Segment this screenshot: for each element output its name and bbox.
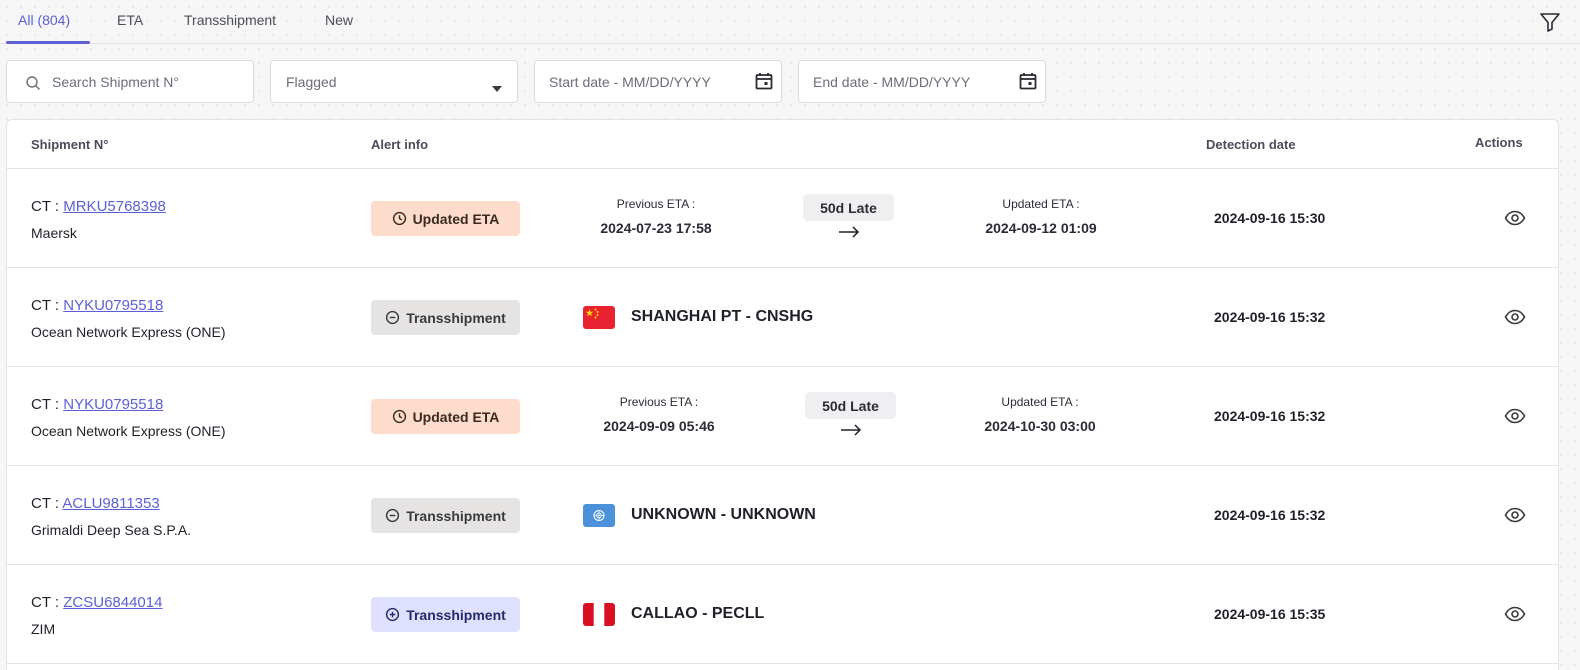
header-detection-date: Detection date <box>1206 137 1296 152</box>
tab-new[interactable]: New <box>325 12 353 28</box>
peru-flag-icon <box>583 603 615 626</box>
late-badge: 50d Late <box>805 392 896 419</box>
previous-eta-label: Previous ETA : <box>619 395 699 409</box>
minus-circle-icon <box>386 310 400 325</box>
minus-circle-icon <box>386 508 400 523</box>
carrier-name: ZIM <box>31 621 56 637</box>
updated-eta-value: 2024-09-12 01:09 <box>985 220 1097 236</box>
eye-icon[interactable] <box>1504 506 1526 524</box>
alert-badge-label: Updated ETA <box>412 210 500 227</box>
table-header: Shipment N° Alert info Detection date Ac… <box>7 120 1558 169</box>
end-date-field <box>798 60 1046 103</box>
updated-eta-value: 2024-10-30 03:00 <box>984 418 1096 434</box>
flagged-select[interactable]: Flagged <box>270 60 518 103</box>
table-row: CT : ACLU9811353 Grimaldi Deep Sea S.P.A… <box>7 466 1558 565</box>
previous-eta: Previous ETA : 2024-07-23 17:58 <box>556 197 756 236</box>
ct-prefix: CT : <box>31 495 63 512</box>
tab-transshipment[interactable]: Transshipment <box>184 12 276 28</box>
detection-date: 2024-09-16 15:32 <box>1214 408 1326 424</box>
calendar-icon[interactable] <box>1018 71 1038 96</box>
alert-badge: Transshipment <box>371 597 520 632</box>
tab-all[interactable]: All (804) <box>18 12 70 28</box>
shipment-link[interactable]: MRKU5768398 <box>63 198 166 215</box>
shipment-link[interactable]: NYKU0795518 <box>63 396 163 413</box>
alerts-table: Shipment N° Alert info Detection date Ac… <box>6 119 1559 670</box>
ct-prefix: CT : <box>31 396 64 413</box>
start-date-input[interactable] <box>549 61 749 102</box>
carrier-name: Ocean Network Express (ONE) <box>31 423 226 439</box>
carrier-name: Ocean Network Express (ONE) <box>31 324 226 340</box>
shipment-link[interactable]: NYKU0795518 <box>63 297 163 314</box>
united-nations-flag-icon <box>583 504 615 527</box>
ct-line: CT : MRKU5768398 <box>31 198 166 215</box>
detection-date: 2024-09-16 15:35 <box>1214 606 1326 622</box>
alert-badge: Transshipment <box>371 498 520 533</box>
china-flag-icon <box>583 306 615 329</box>
eye-icon[interactable] <box>1504 209 1526 227</box>
ct-prefix: CT : <box>31 297 64 314</box>
alert-badge-label: Updated ETA <box>412 408 500 425</box>
table-row: CT : MRKU5768398 Maersk Updated ETA Prev… <box>7 169 1558 268</box>
shipment-link[interactable]: ZCSU6844014 <box>63 594 162 611</box>
arrow-right-icon <box>841 424 862 436</box>
header-shipment: Shipment N° <box>31 137 109 152</box>
ct-line: CT : NYKU0795518 <box>31 297 163 314</box>
alert-badge: Updated ETA <box>371 201 520 236</box>
port-name: UNKNOWN - UNKNOWN <box>631 506 816 523</box>
carrier-name: Grimaldi Deep Sea S.P.A. <box>31 522 192 538</box>
calendar-icon[interactable] <box>754 71 774 96</box>
ct-prefix: CT : <box>31 594 64 611</box>
arrow-right-icon <box>839 226 860 238</box>
caret-down-icon <box>492 79 502 97</box>
updated-eta-label: Updated ETA : <box>1001 395 1079 409</box>
eye-icon[interactable] <box>1504 407 1526 425</box>
end-date-input[interactable] <box>813 61 1013 102</box>
previous-eta-label: Previous ETA : <box>616 197 696 211</box>
ct-line: CT : ACLU9811353 <box>31 495 160 512</box>
search-field <box>6 60 254 103</box>
late-badge: 50d Late <box>803 194 894 221</box>
header-alert-info: Alert info <box>371 137 429 152</box>
eye-icon[interactable] <box>1504 308 1526 326</box>
tab-eta[interactable]: ETA <box>117 12 143 28</box>
table-row: CT : NYKU0795518 Ocean Network Express (… <box>7 367 1558 466</box>
alert-badge: Updated ETA <box>371 399 520 434</box>
carrier-name: Maersk <box>31 225 77 241</box>
detection-date: 2024-09-16 15:32 <box>1214 507 1326 523</box>
previous-eta-value: 2024-07-23 17:58 <box>600 220 712 236</box>
alert-badge: Transshipment <box>371 300 520 335</box>
filter-icon[interactable] <box>1538 10 1562 34</box>
table-row: CT : ZCSU6844014 ZIM Transshipment CALLA… <box>7 565 1558 664</box>
port-name: SHANGHAI PT - CNSHG <box>631 308 814 325</box>
alert-badge-label: Transshipment <box>406 309 506 326</box>
updated-eta-label: Updated ETA : <box>1002 197 1080 211</box>
previous-eta-value: 2024-09-09 05:46 <box>603 418 715 434</box>
start-date-field <box>534 60 782 103</box>
detection-date: 2024-09-16 15:32 <box>1214 309 1326 325</box>
ct-prefix: CT : <box>31 198 64 215</box>
search-input[interactable] <box>52 61 247 102</box>
ct-line: CT : NYKU0795518 <box>31 396 163 413</box>
active-tab-indicator <box>6 41 90 44</box>
updated-eta: Updated ETA : 2024-09-12 01:09 <box>941 197 1141 236</box>
table-row: CT : NYKU0795518 Ocean Network Express (… <box>7 268 1558 367</box>
flagged-select-value: Flagged <box>286 74 337 90</box>
updated-eta: Updated ETA : 2024-10-30 03:00 <box>940 395 1140 434</box>
previous-eta: Previous ETA : 2024-09-09 05:46 <box>559 395 759 434</box>
clock-icon <box>392 409 406 424</box>
eye-icon[interactable] <box>1504 605 1526 623</box>
alert-badge-label: Transshipment <box>406 507 506 524</box>
detection-date: 2024-09-16 15:30 <box>1214 210 1326 226</box>
clock-icon <box>392 211 406 226</box>
ct-line: CT : ZCSU6844014 <box>31 594 162 611</box>
tab-bar: All (804) ETA Transshipment New <box>0 0 1580 44</box>
header-actions: Actions <box>1475 135 1523 150</box>
port-name: CALLAO - PECLL <box>631 605 765 622</box>
alert-badge-label: Transshipment <box>406 606 506 623</box>
shipment-link[interactable]: ACLU9811353 <box>62 495 159 512</box>
search-icon <box>25 75 41 96</box>
plus-circle-icon <box>386 607 400 622</box>
